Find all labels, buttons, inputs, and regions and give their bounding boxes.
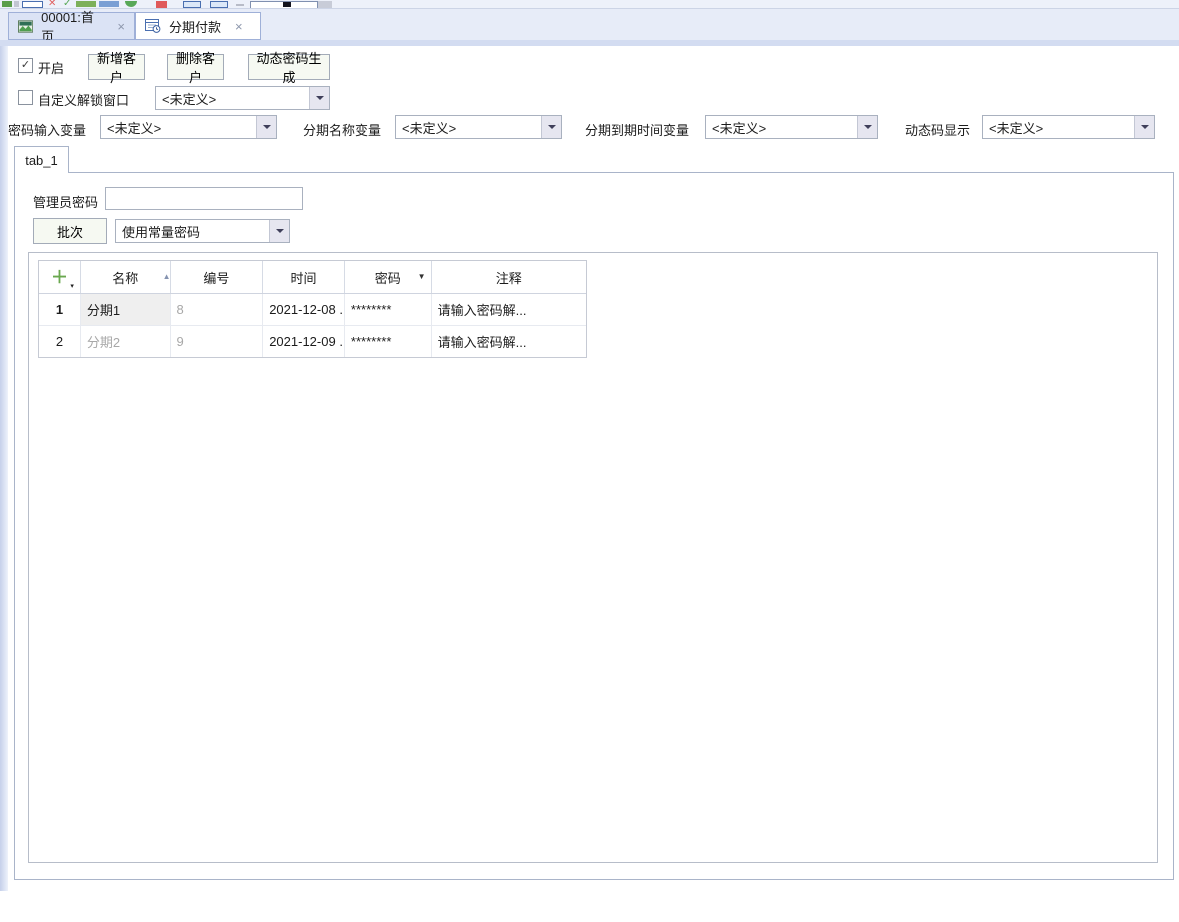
- table-header-row: ＋ ▾ 名称 ▲ 编号 时间 密码 ▼ 注释: [39, 261, 586, 294]
- header-label: 注释: [496, 268, 522, 287]
- custom-unlock-label: 自定义解锁窗口: [38, 90, 129, 109]
- column-header-time[interactable]: 时间: [263, 261, 345, 293]
- form-icon: [145, 19, 161, 33]
- toolbar-combobox-button[interactable]: [318, 1, 332, 9]
- chevron-down-icon[interactable]: [857, 116, 877, 138]
- main-toolbar: ✕ ✓: [0, 0, 1179, 9]
- table-row: 2 分期2 9 2021-12-09 ... ******** 请输入密码解..…: [39, 326, 586, 357]
- delete-customer-button[interactable]: 删除客户: [167, 54, 224, 80]
- tab-tab1[interactable]: tab_1: [14, 146, 69, 173]
- admin-password-input[interactable]: [105, 187, 303, 210]
- image-icon: [18, 20, 33, 33]
- selected-value: <未定义>: [706, 118, 857, 137]
- selected-value: 使用常量密码: [116, 222, 269, 241]
- column-header-code[interactable]: 编号: [171, 261, 264, 293]
- password-input-var-label: 密码输入变量: [8, 120, 86, 139]
- table-row: 1 分期1 8 2021-12-08 ... ******** 请输入密码解..…: [39, 294, 586, 326]
- chevron-down-icon[interactable]: [309, 87, 329, 109]
- divider: [236, 4, 244, 6]
- chevron-down-icon[interactable]: [1134, 116, 1154, 138]
- enable-label: 开启: [38, 58, 64, 77]
- add-row-button[interactable]: ＋ ▾: [39, 261, 81, 293]
- left-edge-strip: [0, 46, 8, 891]
- window-tool-icon[interactable]: [210, 1, 228, 8]
- tab-home[interactable]: 00001:首页 ×: [8, 12, 135, 40]
- red-tool-icon[interactable]: [156, 1, 167, 8]
- plus-icon: ＋: [51, 269, 68, 286]
- selected-value: <未定义>: [396, 118, 541, 137]
- name-cell[interactable]: 分期1: [81, 294, 171, 325]
- toolbar-combobox-mark: [283, 2, 291, 7]
- code-cell[interactable]: 8: [171, 294, 264, 325]
- dynamic-password-button[interactable]: 动态密码生成: [248, 54, 330, 80]
- custom-unlock-checkbox[interactable]: [18, 90, 33, 105]
- filter-caret-icon: ▼: [418, 272, 426, 281]
- chevron-down-icon[interactable]: [256, 116, 276, 138]
- app-window: ✕ ✓ 00001:首页 ×: [0, 0, 1179, 922]
- password-input-var-select[interactable]: <未定义>: [100, 115, 277, 139]
- installment-name-var-select[interactable]: <未定义>: [395, 115, 562, 139]
- password-cell[interactable]: ********: [345, 326, 432, 357]
- dynamic-code-display-select[interactable]: <未定义>: [982, 115, 1155, 139]
- note-cell[interactable]: 请输入密码解...: [432, 326, 586, 357]
- name-cell[interactable]: 分期2: [81, 326, 171, 357]
- grid-tool-icon[interactable]: [22, 1, 43, 8]
- custom-unlock-select[interactable]: <未定义>: [155, 86, 330, 110]
- green-dot-icon[interactable]: [125, 1, 137, 7]
- due-time-var-label: 分期到期时间变量: [585, 120, 689, 139]
- sort-asc-icon: ▲: [163, 272, 171, 281]
- selected-value: <未定义>: [983, 118, 1134, 137]
- password-mode-select[interactable]: 使用常量密码: [115, 219, 290, 243]
- dynamic-code-display-label: 动态码显示: [905, 120, 970, 139]
- installment-table: ＋ ▾ 名称 ▲ 编号 时间 密码 ▼ 注释 1 分期1 8: [38, 260, 587, 358]
- column-header-note[interactable]: 注释: [432, 261, 586, 293]
- header-label: 密码: [375, 268, 401, 287]
- tabbar-bottom-band: [0, 40, 1179, 46]
- column-header-name[interactable]: 名称 ▲: [81, 261, 171, 293]
- new-icon[interactable]: [2, 1, 12, 7]
- installment-name-var-label: 分期名称变量: [303, 120, 381, 139]
- document-tab-bar: 00001:首页 × 分期付款 ×: [0, 9, 1179, 40]
- close-icon[interactable]: ×: [117, 19, 125, 34]
- enable-checkbox[interactable]: ✓: [18, 58, 33, 73]
- row-number-cell[interactable]: 2: [39, 326, 81, 357]
- time-cell[interactable]: 2021-12-09 ...: [263, 326, 345, 357]
- tab-label: 分期付款: [169, 17, 221, 36]
- grip-icon: [14, 1, 19, 7]
- tab-installment[interactable]: 分期付款 ×: [135, 12, 261, 40]
- admin-password-label: 管理员密码: [33, 192, 98, 211]
- subtab-label: tab_1: [25, 153, 58, 168]
- row-number-cell[interactable]: 1: [39, 294, 81, 325]
- chevron-down-icon[interactable]: [541, 116, 561, 138]
- chevron-down-icon[interactable]: [269, 220, 289, 242]
- note-cell[interactable]: 请输入密码解...: [432, 294, 586, 325]
- header-label: 编号: [203, 268, 229, 287]
- header-label: 名称: [112, 268, 138, 287]
- add-customer-button[interactable]: 新增客户: [88, 54, 145, 80]
- batch-button[interactable]: 批次: [33, 218, 107, 244]
- plus-caret-icon: ▾: [70, 282, 74, 290]
- selected-value: <未定义>: [156, 89, 309, 108]
- code-cell[interactable]: 9: [171, 326, 264, 357]
- window-tool-icon[interactable]: [183, 1, 201, 8]
- time-cell[interactable]: 2021-12-08 ...: [263, 294, 345, 325]
- column-header-password[interactable]: 密码 ▼: [345, 261, 432, 293]
- password-cell[interactable]: ********: [345, 294, 432, 325]
- close-icon[interactable]: ×: [235, 19, 243, 34]
- header-label: 时间: [291, 268, 317, 287]
- due-time-var-select[interactable]: <未定义>: [705, 115, 878, 139]
- selected-value: <未定义>: [101, 118, 256, 137]
